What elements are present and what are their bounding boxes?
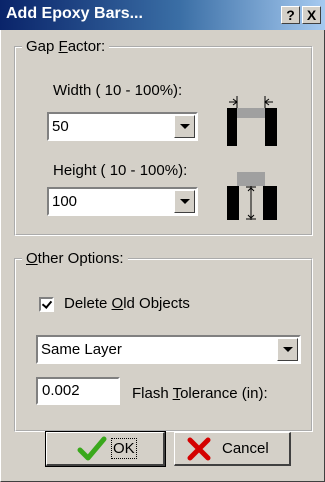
height-combo[interactable]: 100 (47, 187, 198, 216)
help-button[interactable]: ? (281, 6, 300, 24)
width-dropdown-arrow-icon[interactable] (174, 115, 195, 138)
width-combo[interactable]: 50 (47, 112, 198, 141)
green-check-icon (77, 436, 107, 461)
ok-label: OK (111, 438, 137, 459)
width-gap-preview-icon (227, 96, 277, 146)
width-label: Width ( 10 - 100%): (53, 82, 183, 99)
height-label: Height ( 10 - 100%): (53, 162, 188, 179)
flash-tolerance-label: Flash Tolerance (in): (132, 385, 268, 402)
title-bar: Add Epoxy Bars... ? X (0, 0, 325, 30)
window-title: Add Epoxy Bars... (6, 5, 143, 22)
cancel-label: Cancel (222, 440, 269, 457)
close-button[interactable]: X (302, 6, 321, 24)
gap-factor-legend: Gap Factor: (26, 38, 106, 55)
other-options-legend: Other Options: (26, 250, 124, 267)
ok-button[interactable]: OK (45, 431, 166, 467)
red-x-icon (187, 437, 211, 461)
height-gap-preview-icon (227, 172, 277, 220)
layer-value: Same Layer (41, 341, 122, 358)
dialog-body: Gap Factor: Width ( 10 - 100%): 50 Heigh… (0, 30, 325, 482)
height-value: 100 (52, 193, 78, 210)
delete-old-objects-checkbox[interactable] (39, 297, 54, 312)
flash-tolerance-input[interactable]: 0.002 (36, 377, 120, 405)
height-dropdown-arrow-icon[interactable] (174, 190, 195, 213)
layer-combo[interactable]: Same Layer (36, 335, 301, 364)
cancel-button[interactable]: Cancel (174, 432, 291, 466)
layer-dropdown-arrow-icon[interactable] (277, 338, 298, 361)
width-value: 50 (52, 118, 69, 135)
delete-old-objects-label[interactable]: Delete Old Objects (64, 295, 190, 312)
